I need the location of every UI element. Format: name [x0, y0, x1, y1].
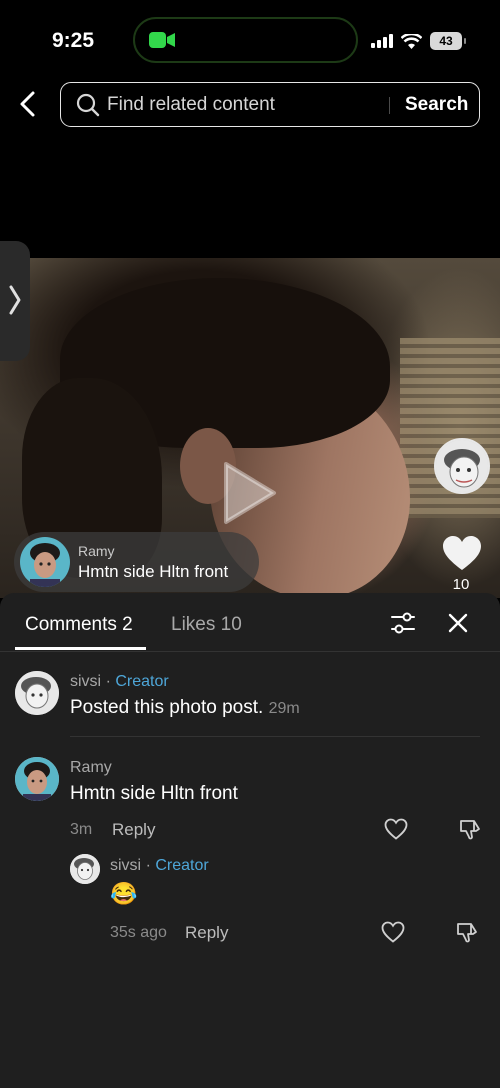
side-panel-tab[interactable] [0, 241, 30, 361]
comment-author[interactable]: sivsi · Creator [70, 673, 169, 691]
reply-time: 35s ago [110, 924, 167, 941]
author-avatar[interactable] [20, 537, 70, 587]
dynamic-island[interactable] [133, 17, 358, 63]
creator-avatar[interactable] [434, 438, 490, 494]
reply-button[interactable]: Reply [185, 923, 228, 943]
reply-avatar-image [70, 854, 100, 884]
name-separator: · [105, 673, 111, 690]
close-icon[interactable] [448, 613, 468, 633]
heart-outline-icon[interactable] [384, 818, 408, 840]
caption-pill[interactable]: Ramy Hmtn side Hltn front [14, 532, 259, 592]
reply-avatar[interactable] [70, 854, 100, 884]
status-indicators: 43 [371, 31, 466, 51]
caption-text: Hmtn side Hltn front [78, 562, 229, 581]
commenter-avatar-image [15, 757, 59, 801]
tabs-divider [0, 651, 500, 652]
reply-body-emoji: 😂 [110, 881, 138, 906]
facetime-camera-icon [149, 32, 175, 48]
search-divider [389, 97, 390, 114]
commenter-avatar[interactable] [15, 757, 59, 801]
dislike-icon[interactable] [455, 920, 479, 944]
status-bar: 9:25 43 [0, 0, 500, 80]
search-input[interactable]: Find related content [107, 94, 275, 116]
comment-time: 29m [268, 700, 300, 717]
creator-badge: Creator [115, 673, 169, 690]
battery-indicator: 43 [430, 32, 466, 50]
status-time: 9:25 [52, 29, 95, 52]
caption-author: Ramy [78, 543, 115, 559]
wifi-icon [401, 33, 422, 49]
tab-comments[interactable]: Comments 2 [25, 614, 133, 636]
name-separator: · [145, 857, 151, 874]
comment-divider [70, 736, 480, 737]
comments-panel: Comments 2 Likes 10 sivsi · Creator Post… [0, 593, 500, 1088]
comment-author-name[interactable]: Ramy [70, 759, 112, 777]
search-icon [76, 93, 100, 117]
creator-badge: Creator [155, 857, 209, 874]
search-bar[interactable]: Find related content Search [60, 82, 480, 127]
chevron-right-icon [9, 285, 21, 315]
heart-icon[interactable] [442, 535, 482, 571]
author-avatar-image [20, 537, 70, 587]
comment-time: 3m [70, 821, 93, 838]
tab-likes[interactable]: Likes 10 [171, 614, 242, 636]
like-count: 10 [452, 576, 470, 593]
comment-text: Posted this photo post. 29m [70, 697, 300, 719]
comment-body: Posted this photo post. [70, 697, 264, 718]
active-tab-indicator [15, 647, 146, 650]
reply-author[interactable]: sivsi · Creator [110, 857, 209, 875]
comment-author-name[interactable]: sivsi [70, 673, 101, 690]
filter-sliders-icon[interactable] [390, 610, 416, 636]
search-button[interactable]: Search [405, 94, 468, 116]
comment-body: Hmtn side Hltn front [70, 783, 238, 804]
commenter-avatar[interactable] [15, 671, 59, 715]
dislike-icon[interactable] [458, 817, 482, 841]
commenter-avatar-image [15, 671, 59, 715]
back-arrow-icon[interactable] [14, 89, 44, 119]
reply-button[interactable]: Reply [112, 820, 155, 840]
play-icon[interactable] [222, 460, 278, 526]
signal-icon [371, 34, 393, 48]
reply-author-name[interactable]: sivsi [110, 857, 141, 874]
heart-outline-icon[interactable] [381, 921, 405, 943]
